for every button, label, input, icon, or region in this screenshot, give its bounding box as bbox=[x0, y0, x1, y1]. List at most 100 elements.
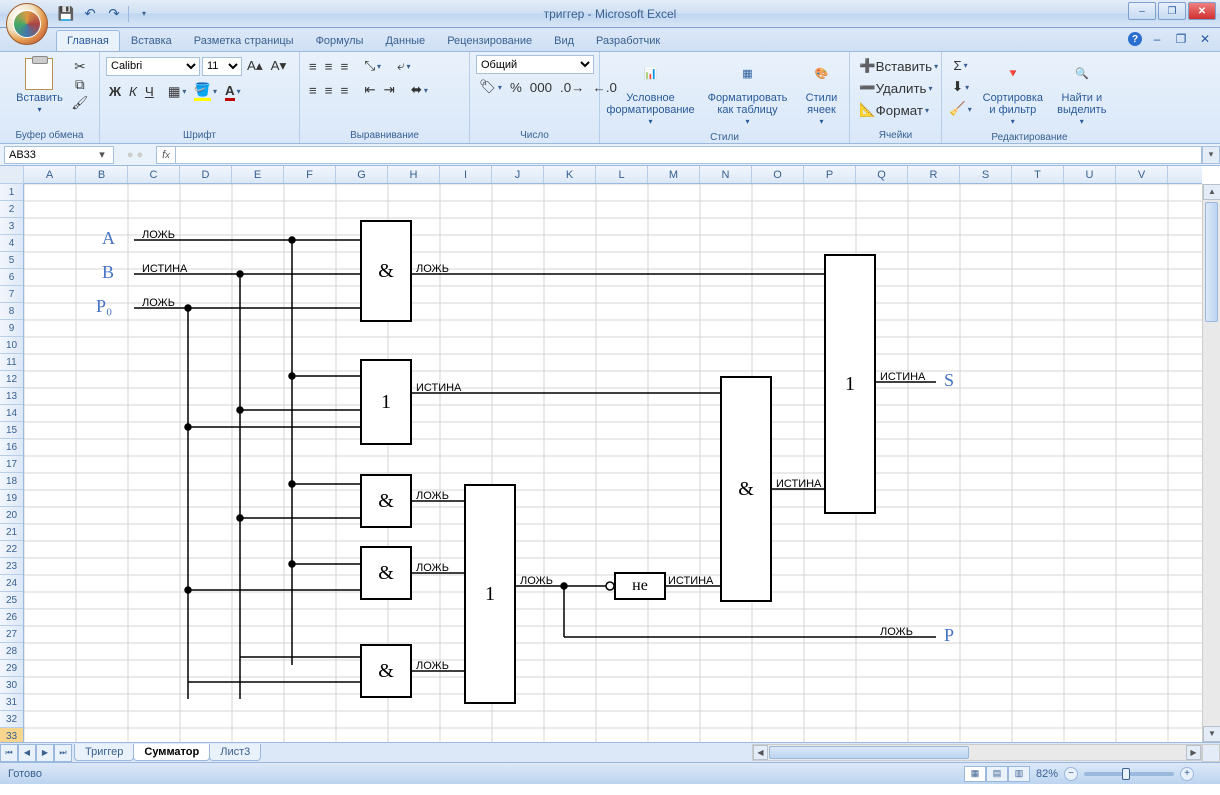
row-header-32[interactable]: 32 bbox=[0, 711, 23, 728]
col-header-Q[interactable]: Q bbox=[856, 166, 908, 183]
align-left[interactable]: ≡ bbox=[306, 80, 320, 101]
row-header-6[interactable]: 6 bbox=[0, 269, 23, 286]
col-header-R[interactable]: R bbox=[908, 166, 960, 183]
col-header-P[interactable]: P bbox=[804, 166, 856, 183]
sheet-nav-last[interactable]: ⏭ bbox=[54, 744, 72, 762]
grow-font-button[interactable]: A▴ bbox=[244, 55, 266, 77]
cells-format-button[interactable]: 📐 Формат bbox=[856, 99, 935, 121]
row-header-31[interactable]: 31 bbox=[0, 694, 23, 711]
row-header-29[interactable]: 29 bbox=[0, 660, 23, 677]
name-box[interactable]: AB33 ▾ bbox=[4, 146, 114, 164]
col-header-V[interactable]: V bbox=[1116, 166, 1168, 183]
row-header-13[interactable]: 13 bbox=[0, 388, 23, 405]
bold-button[interactable]: Ж bbox=[106, 81, 124, 102]
tab-review[interactable]: Рецензирование bbox=[436, 30, 543, 51]
copy-button[interactable]: ⧉ bbox=[72, 77, 88, 93]
row-header-18[interactable]: 18 bbox=[0, 473, 23, 490]
tab-view[interactable]: Вид bbox=[543, 30, 585, 51]
col-header-O[interactable]: O bbox=[752, 166, 804, 183]
row-header-16[interactable]: 16 bbox=[0, 439, 23, 456]
row-header-26[interactable]: 26 bbox=[0, 609, 23, 626]
conditional-formatting-button[interactable]: 📊 Условное форматирование▾ bbox=[603, 55, 699, 130]
underline-button[interactable]: Ч bbox=[142, 81, 157, 102]
row-header-7[interactable]: 7 bbox=[0, 286, 23, 303]
row-header-9[interactable]: 9 bbox=[0, 320, 23, 337]
sheet-nav-prev[interactable]: ◀ bbox=[18, 744, 36, 762]
row-header-21[interactable]: 21 bbox=[0, 524, 23, 541]
row-header-15[interactable]: 15 bbox=[0, 422, 23, 439]
number-format-combo[interactable]: Общий bbox=[476, 55, 594, 74]
hscroll-left[interactable]: ◀ bbox=[753, 745, 768, 760]
clear-button[interactable]: 🧹 bbox=[946, 98, 975, 120]
currency-button[interactable]: 🏷 bbox=[476, 76, 505, 98]
vscroll-down[interactable]: ▼ bbox=[1203, 726, 1220, 742]
cut-button[interactable]: ✂ bbox=[72, 59, 88, 75]
row-header-1[interactable]: 1 bbox=[0, 184, 23, 201]
zoom-slider[interactable] bbox=[1084, 772, 1174, 776]
col-header-D[interactable]: D bbox=[180, 166, 232, 183]
merge-button[interactable]: ⬌ bbox=[408, 79, 431, 101]
sheet-nav-next[interactable]: ▶ bbox=[36, 744, 54, 762]
tab-developer[interactable]: Разработчик bbox=[585, 30, 671, 51]
row-header-19[interactable]: 19 bbox=[0, 490, 23, 507]
office-button[interactable] bbox=[6, 3, 48, 45]
tab-data[interactable]: Данные bbox=[374, 30, 436, 51]
window-close[interactable]: ✕ bbox=[1188, 2, 1216, 20]
row-header-17[interactable]: 17 bbox=[0, 456, 23, 473]
select-all-corner[interactable] bbox=[0, 166, 24, 184]
cells-insert-button[interactable]: ➕ Вставить bbox=[856, 55, 935, 77]
qat-save[interactable]: 💾 bbox=[56, 4, 76, 24]
row-header-27[interactable]: 27 bbox=[0, 626, 23, 643]
row-header-14[interactable]: 14 bbox=[0, 405, 23, 422]
align-top[interactable]: ≡ bbox=[306, 56, 320, 77]
paste-button[interactable]: Вставить ▾ bbox=[11, 55, 68, 118]
workbook-close[interactable]: ✕ bbox=[1196, 30, 1214, 48]
zoom-in-button[interactable]: + bbox=[1180, 767, 1194, 781]
vscroll-thumb[interactable] bbox=[1205, 202, 1218, 322]
col-header-N[interactable]: N bbox=[700, 166, 752, 183]
row-header-12[interactable]: 12 bbox=[0, 371, 23, 388]
col-header-K[interactable]: K bbox=[544, 166, 596, 183]
row-header-30[interactable]: 30 bbox=[0, 677, 23, 694]
name-box-dropdown[interactable]: ▾ bbox=[95, 148, 109, 161]
column-headers[interactable]: ABCDEFGHIJKLMNOPQRSTUV bbox=[24, 166, 1202, 184]
col-header-L[interactable]: L bbox=[596, 166, 648, 183]
tab-formulas[interactable]: Формулы bbox=[305, 30, 375, 51]
cells-delete-button[interactable]: ➖ Удалить bbox=[856, 77, 935, 99]
row-header-20[interactable]: 20 bbox=[0, 507, 23, 524]
percent-button[interactable]: % bbox=[507, 77, 525, 98]
sheet-tab-Сумматор[interactable]: Сумматор bbox=[133, 744, 210, 761]
col-header-S[interactable]: S bbox=[960, 166, 1012, 183]
row-header-10[interactable]: 10 bbox=[0, 337, 23, 354]
row-header-24[interactable]: 24 bbox=[0, 575, 23, 592]
increase-indent[interactable]: ⇥ bbox=[381, 79, 398, 101]
find-select-button[interactable]: 🔍 Найти и выделить▾ bbox=[1051, 55, 1113, 130]
qat-undo[interactable]: ↶ bbox=[80, 4, 100, 24]
zoom-slider-knob[interactable] bbox=[1122, 768, 1130, 780]
align-right[interactable]: ≡ bbox=[338, 80, 352, 101]
shrink-font-button[interactable]: A▾ bbox=[268, 55, 290, 77]
row-headers[interactable]: 1234567891011121314151617181920212223242… bbox=[0, 184, 24, 742]
tab-insert[interactable]: Вставка bbox=[120, 30, 183, 51]
font-color-button[interactable]: A bbox=[222, 80, 244, 104]
row-header-23[interactable]: 23 bbox=[0, 558, 23, 575]
sort-filter-button[interactable]: 🔻 Сортировка и фильтр▾ bbox=[979, 55, 1047, 130]
font-size-combo[interactable]: 11 bbox=[202, 57, 242, 76]
col-header-M[interactable]: M bbox=[648, 166, 700, 183]
format-painter-button[interactable]: 🖌 bbox=[72, 95, 88, 111]
row-header-22[interactable]: 22 bbox=[0, 541, 23, 558]
tab-page-layout[interactable]: Разметка страницы bbox=[183, 30, 305, 51]
font-name-combo[interactable]: Calibri bbox=[106, 57, 200, 76]
col-header-U[interactable]: U bbox=[1064, 166, 1116, 183]
worksheet[interactable]: ABCDEFGHIJKLMNOPQRSTUV 12345678910111213… bbox=[0, 166, 1220, 742]
align-middle[interactable]: ≡ bbox=[322, 56, 336, 77]
orientation-button[interactable]: ⤡ bbox=[361, 55, 384, 77]
window-minimize[interactable]: – bbox=[1128, 2, 1156, 20]
qat-customize[interactable] bbox=[133, 4, 153, 24]
cell-styles-button[interactable]: 🎨 Стили ячеек▾ bbox=[797, 55, 847, 130]
hscroll-thumb[interactable] bbox=[769, 746, 969, 759]
workbook-restore[interactable]: ❐ bbox=[1172, 30, 1190, 48]
col-header-A[interactable]: A bbox=[24, 166, 76, 183]
zoom-out-button[interactable]: − bbox=[1064, 767, 1078, 781]
row-header-3[interactable]: 3 bbox=[0, 218, 23, 235]
